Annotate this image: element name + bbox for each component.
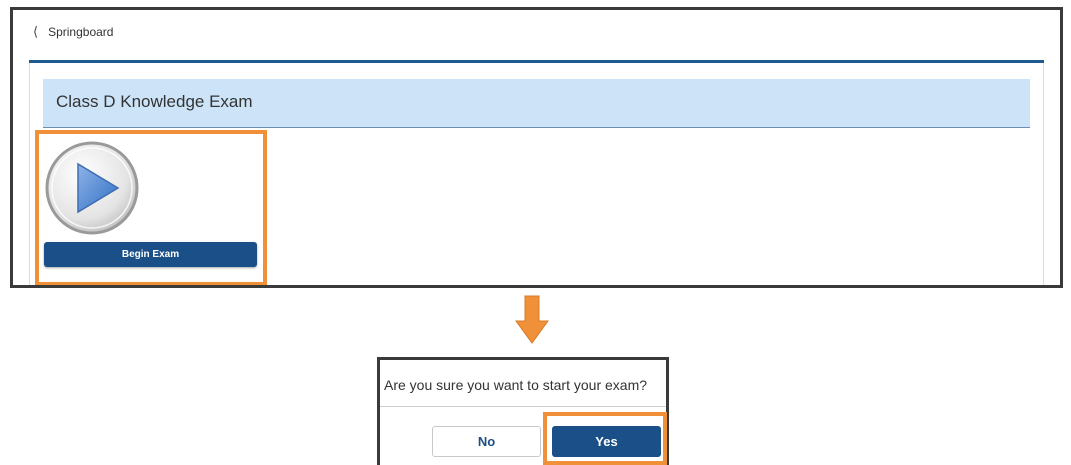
confirm-dialog: Are you sure you want to start your exam… [377,357,669,465]
top-bar: ⟨ Springboard [29,10,1044,63]
play-icon[interactable] [44,140,140,236]
back-link-label: Springboard [48,25,114,39]
exam-header: Class D Knowledge Exam [43,79,1030,128]
chevron-left-icon: ⟨ [33,24,39,39]
arrow-down-icon [515,295,549,350]
exam-screen-panel: ⟨ Springboard Class D Knowledge Exam Beg… [10,7,1063,288]
no-button[interactable]: No [432,426,541,457]
back-link[interactable]: ⟨ Springboard [33,24,113,40]
yes-button[interactable]: Yes [552,426,661,457]
yes-highlight: Yes [543,412,667,465]
begin-exam-highlight: Begin Exam [35,130,267,285]
dialog-message: Are you sure you want to start your exam… [384,377,648,393]
page-title: Class D Knowledge Exam [56,92,253,111]
begin-exam-button[interactable]: Begin Exam [44,242,257,267]
dialog-divider [380,406,666,407]
